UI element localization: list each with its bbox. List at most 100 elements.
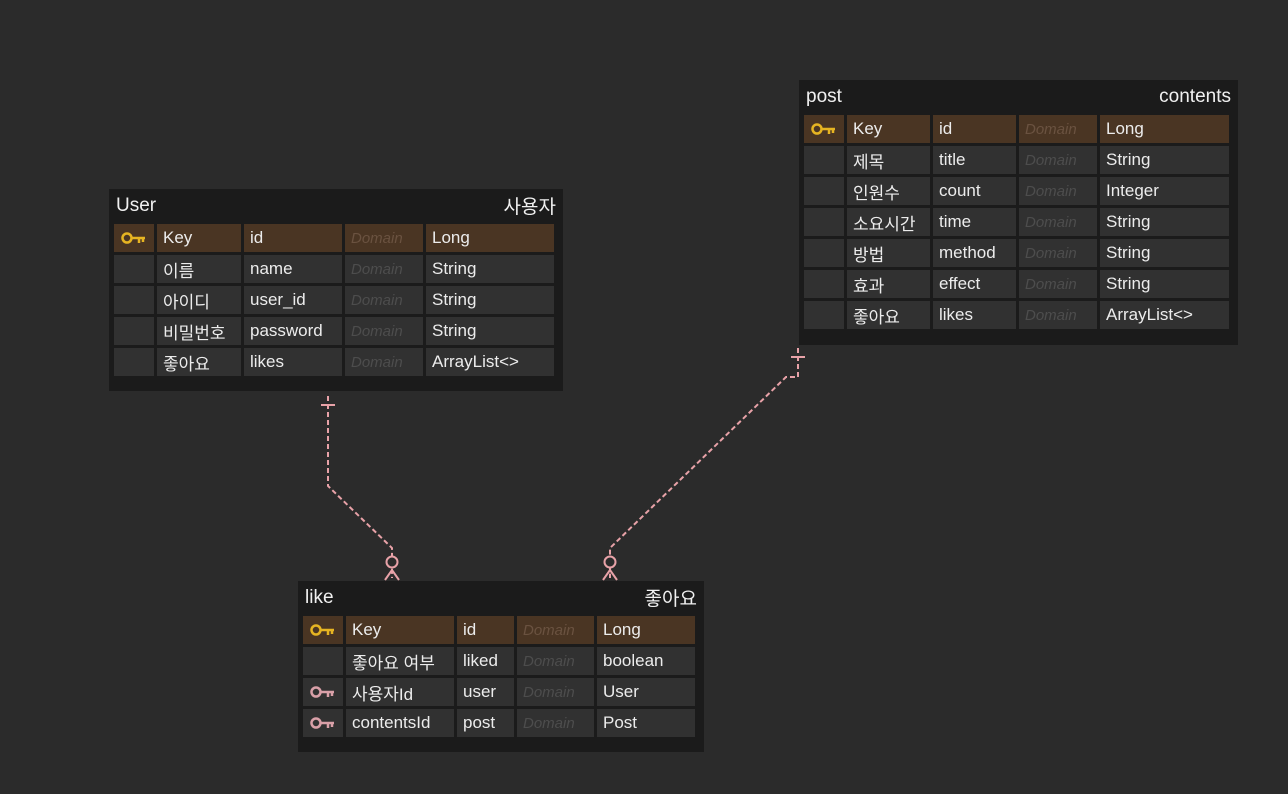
logical-name-cell[interactable]: 소요시간 [847, 208, 930, 236]
data-type-cell[interactable]: String [1100, 146, 1229, 174]
domain-cell[interactable]: Domain [1019, 239, 1097, 267]
logical-name-cell[interactable]: 인원수 [847, 177, 930, 205]
domain-cell[interactable]: Domain [517, 616, 594, 644]
domain-cell[interactable]: Domain [345, 348, 423, 376]
column-row[interactable]: Key id Domain Long [303, 616, 699, 644]
key-cell [303, 709, 343, 737]
relationship-line [327, 396, 393, 578]
physical-name-cell[interactable]: id [457, 616, 514, 644]
primary-key-icon [310, 624, 334, 636]
physical-name-cell[interactable]: likes [933, 301, 1016, 329]
key-cell [114, 255, 154, 283]
domain-cell[interactable]: Domain [345, 286, 423, 314]
physical-name-cell[interactable]: liked [457, 647, 514, 675]
column-row[interactable]: Key id Domain Long [804, 115, 1233, 143]
key-cell [804, 146, 844, 174]
physical-name-cell[interactable]: id [244, 224, 342, 252]
domain-cell[interactable]: Domain [345, 255, 423, 283]
column-row[interactable]: 인원수 count Domain Integer [804, 177, 1233, 205]
column-row[interactable]: 좋아요 likes Domain ArrayList<> [114, 348, 558, 376]
relationship-post-like[interactable] [602, 348, 805, 581]
column-row[interactable]: 좋아요 likes Domain ArrayList<> [804, 301, 1233, 329]
domain-cell[interactable]: Domain [1019, 115, 1097, 143]
data-type-cell[interactable]: Long [1100, 115, 1229, 143]
data-type-cell[interactable]: String [1100, 270, 1229, 298]
column-row[interactable]: 비밀번호 password Domain String [114, 317, 558, 345]
entity-user[interactable]: User 사용자 Key id Domain Long 이름 name Doma… [109, 189, 563, 391]
column-row[interactable]: contentsId post Domain Post [303, 709, 699, 737]
relationship-user-like[interactable] [321, 396, 400, 581]
physical-name-cell[interactable]: likes [244, 348, 342, 376]
entity-post[interactable]: post contents Key id Domain Long 제목 titl [799, 80, 1238, 345]
physical-name-cell[interactable]: password [244, 317, 342, 345]
logical-name-cell[interactable]: 효과 [847, 270, 930, 298]
domain-cell[interactable]: Domain [517, 647, 594, 675]
data-type-cell[interactable]: String [426, 255, 554, 283]
column-row[interactable]: Key id Domain Long [114, 224, 558, 252]
domain-cell[interactable]: Domain [1019, 301, 1097, 329]
zero-cardinality-marker [603, 555, 617, 569]
column-row[interactable]: 방법 method Domain String [804, 239, 1233, 267]
key-cell [303, 616, 343, 644]
data-type-cell[interactable]: ArrayList<> [426, 348, 554, 376]
entity-like[interactable]: like 좋아요 Key id Domain Long 좋아요 여부 liked [298, 581, 704, 752]
physical-name-cell[interactable]: effect [933, 270, 1016, 298]
data-type-cell[interactable]: Long [426, 224, 554, 252]
column-row[interactable]: 소요시간 time Domain String [804, 208, 1233, 236]
logical-name-cell[interactable]: Key [346, 616, 454, 644]
physical-name-cell[interactable]: count [933, 177, 1016, 205]
physical-name-cell[interactable]: post [457, 709, 514, 737]
domain-cell[interactable]: Domain [345, 317, 423, 345]
key-cell [303, 647, 343, 675]
column-row[interactable]: 사용자Id user Domain User [303, 678, 699, 706]
key-cell [804, 301, 844, 329]
column-row[interactable]: 이름 name Domain String [114, 255, 558, 283]
primary-key-icon [121, 232, 145, 244]
logical-name-cell[interactable]: 방법 [847, 239, 930, 267]
domain-cell[interactable]: Domain [1019, 146, 1097, 174]
logical-name-cell[interactable]: 좋아요 [847, 301, 930, 329]
domain-cell[interactable]: Domain [1019, 270, 1097, 298]
data-type-cell[interactable]: boolean [597, 647, 695, 675]
physical-name-cell[interactable]: user [457, 678, 514, 706]
erd-canvas[interactable]: User 사용자 Key id Domain Long 이름 name Doma… [0, 0, 1288, 794]
logical-name-cell[interactable]: 제목 [847, 146, 930, 174]
logical-name-cell[interactable]: 이름 [157, 255, 241, 283]
domain-cell[interactable]: Domain [517, 709, 594, 737]
data-type-cell[interactable]: String [426, 286, 554, 314]
physical-name-cell[interactable]: name [244, 255, 342, 283]
column-row[interactable]: 제목 title Domain String [804, 146, 1233, 174]
column-row[interactable]: 좋아요 여부 liked Domain boolean [303, 647, 699, 675]
logical-name-cell[interactable]: 사용자Id [346, 678, 454, 706]
data-type-cell[interactable]: Post [597, 709, 695, 737]
domain-cell[interactable]: Domain [517, 678, 594, 706]
domain-cell[interactable]: Domain [345, 224, 423, 252]
entity-header: like 좋아요 [303, 581, 699, 614]
entity-name: post [806, 85, 842, 107]
column-row[interactable]: 효과 effect Domain String [804, 270, 1233, 298]
physical-name-cell[interactable]: id [933, 115, 1016, 143]
logical-name-cell[interactable]: 아이디 [157, 286, 241, 314]
column-list: Key id Domain Long 이름 name Domain String… [114, 224, 558, 376]
logical-name-cell[interactable]: contentsId [346, 709, 454, 737]
data-type-cell[interactable]: String [426, 317, 554, 345]
key-cell [804, 115, 844, 143]
logical-name-cell[interactable]: 비밀번호 [157, 317, 241, 345]
data-type-cell[interactable]: String [1100, 239, 1229, 267]
data-type-cell[interactable]: User [597, 678, 695, 706]
physical-name-cell[interactable]: time [933, 208, 1016, 236]
physical-name-cell[interactable]: title [933, 146, 1016, 174]
data-type-cell[interactable]: ArrayList<> [1100, 301, 1229, 329]
data-type-cell[interactable]: Long [597, 616, 695, 644]
logical-name-cell[interactable]: Key [157, 224, 241, 252]
logical-name-cell[interactable]: 좋아요 여부 [346, 647, 454, 675]
physical-name-cell[interactable]: user_id [244, 286, 342, 314]
logical-name-cell[interactable]: Key [847, 115, 930, 143]
data-type-cell[interactable]: Integer [1100, 177, 1229, 205]
logical-name-cell[interactable]: 좋아요 [157, 348, 241, 376]
data-type-cell[interactable]: String [1100, 208, 1229, 236]
domain-cell[interactable]: Domain [1019, 208, 1097, 236]
column-row[interactable]: 아이디 user_id Domain String [114, 286, 558, 314]
physical-name-cell[interactable]: method [933, 239, 1016, 267]
domain-cell[interactable]: Domain [1019, 177, 1097, 205]
